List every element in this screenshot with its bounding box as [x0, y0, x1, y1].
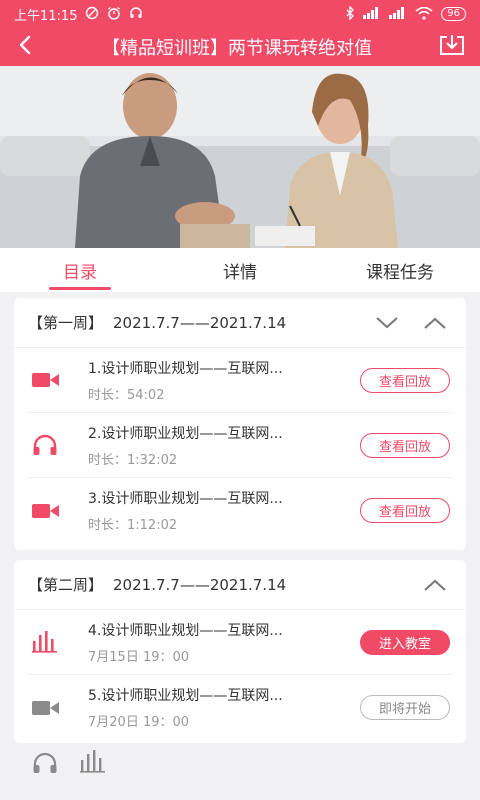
lesson-item[interactable]: 4.设计师职业规划——互联网... 7月15日 19：00 进入教室 — [28, 610, 452, 675]
chevron-up-icon[interactable] — [422, 313, 448, 333]
week-card-1: 【第一周】 2021.7.7——2021.7.14 1.设计师职业规划——互联网… — [14, 298, 466, 550]
starting-soon-button[interactable]: 即将开始 — [360, 695, 450, 720]
page-title: 【精品短训班】两节课玩转绝对值 — [102, 38, 372, 59]
lesson-title: 3.设计师职业规划——互联网... — [88, 491, 283, 507]
lesson-title: 1.设计师职业规划——互联网... — [88, 360, 283, 377]
week-header: 【第二周】 2021.7.7——2021.7.14 — [14, 560, 466, 610]
dnd-icon — [85, 6, 99, 22]
week-header: 【第一周】 2021.7.7——2021.7.14 — [14, 298, 466, 348]
week-card-2: 【第二周】 2021.7.7——2021.7.14 4.设计师职业规划——互联网… — [14, 560, 466, 743]
tab-bar: 目录 详情 课程任务 — [0, 248, 480, 292]
lesson-item[interactable]: 1.设计师职业规划——互联网... 时长：54:02 查看回放 — [28, 348, 452, 413]
view-replay-button[interactable]: 查看回放 — [360, 498, 450, 523]
signal-1-icon — [363, 7, 381, 21]
course-cover-image — [0, 66, 480, 248]
app-bar: 【精品短训班】两节课玩转绝对值 — [0, 28, 480, 66]
week-dates: 2021.7.7——2021.7.14 — [113, 313, 287, 332]
lesson-duration: 时长：1:12:02 — [88, 518, 178, 533]
video-camera-icon — [32, 499, 66, 523]
lesson-title: 5.设计师职业规划——互联网... — [88, 688, 283, 704]
lesson-item[interactable]: 2.设计师职业规划——互联网... 时长：1:32:02 查看回放 — [28, 413, 452, 478]
enter-classroom-button[interactable]: 进入教室 — [360, 629, 450, 655]
back-arrow-icon — [18, 35, 32, 59]
live-bars-icon — [32, 630, 66, 654]
lesson-item[interactable]: 5.设计师职业规划——互联网... 7月20日 19：00 即将开始 — [28, 675, 452, 740]
status-bar: 上午11:15 96 — [0, 0, 480, 28]
lesson-item[interactable]: 3.设计师职业规划——互联网... 时长：1:12:02 查看回放 — [28, 478, 452, 543]
headphones-icon — [32, 433, 66, 457]
tab-course-tasks[interactable]: 课程任务 — [320, 248, 480, 292]
tab-catalog[interactable]: 目录 — [0, 248, 160, 292]
view-replay-button[interactable]: 查看回放 — [360, 367, 450, 393]
week-title: 【第一周】 — [28, 314, 104, 332]
chevron-down-icon[interactable] — [374, 313, 400, 333]
lesson-title: 2.设计师职业规划——互联网... — [88, 425, 283, 442]
chevron-up-icon[interactable] — [422, 575, 448, 595]
headset-status-icon — [129, 6, 143, 22]
alarm-icon — [107, 6, 121, 22]
bluetooth-icon — [345, 5, 355, 22]
download-icon — [439, 34, 465, 60]
tab-details[interactable]: 详情 — [160, 248, 320, 292]
lesson-schedule: 7月20日 19：00 — [88, 715, 190, 730]
wifi-icon — [415, 6, 433, 22]
signal-2-icon — [389, 7, 407, 21]
download-button[interactable] — [424, 28, 480, 66]
headphones-icon — [32, 752, 58, 778]
status-time: 上午11:15 — [14, 8, 78, 24]
view-replay-button[interactable]: 查看回放 — [360, 432, 450, 458]
lesson-schedule: 7月15日 19：00 — [88, 649, 190, 665]
lesson-title: 4.设计师职业规划——互联网... — [88, 622, 283, 639]
battery-indicator: 96 — [441, 7, 466, 21]
next-section-peek — [0, 748, 480, 800]
video-camera-icon — [32, 696, 66, 720]
lesson-duration: 时长：54:02 — [88, 387, 165, 403]
lesson-duration: 时长：1:32:02 — [88, 452, 178, 468]
back-button[interactable] — [0, 28, 50, 66]
live-bars-icon — [80, 750, 106, 778]
video-camera-icon — [32, 368, 66, 392]
week-title: 【第二周】 — [28, 576, 104, 594]
week-dates: 2021.7.7——2021.7.14 — [113, 575, 287, 594]
